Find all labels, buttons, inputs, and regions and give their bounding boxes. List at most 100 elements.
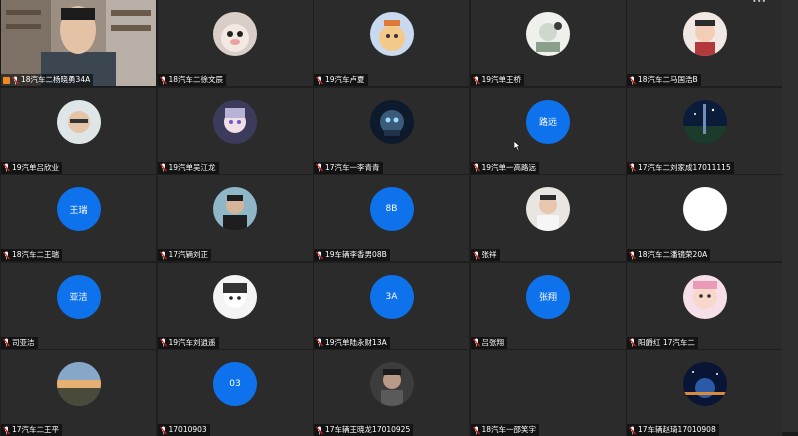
- participant-name: 19汽单陆永财13A: [325, 337, 387, 347]
- more-icon[interactable]: •••: [752, 0, 766, 6]
- participant-tile[interactable]: 路远 19汽单一高路远: [469, 86, 627, 175]
- participant-name-label: 19汽单陆永财13A: [314, 336, 390, 349]
- mic-muted-icon: [159, 338, 167, 347]
- participant-name-label: 18汽车二马国浩B: [627, 74, 701, 86]
- participant-name-label: 张祥: [470, 249, 500, 261]
- participant-name: 吕张翔: [481, 337, 505, 347]
- participant-name: 17汽车二王平: [12, 425, 60, 434]
- avatar: [213, 187, 257, 231]
- participant-name: 17车辆王晓龙17010925: [325, 425, 411, 434]
- participant-name-label: 19车辆李香男08B: [314, 249, 390, 261]
- window-menu[interactable]: •••: [752, 0, 766, 6]
- participant-name-label: 17汽车二王平: [1, 424, 63, 436]
- participant-tile[interactable]: 亚洁司亚洁: [0, 261, 157, 350]
- avatar: 8B: [369, 187, 414, 231]
- participant-name-label: 17车辆赵琦17010908: [627, 424, 719, 436]
- participant-tile[interactable]: 03 17010903: [156, 349, 314, 436]
- participant-tile[interactable]: 17汽辆刘正: [156, 174, 314, 262]
- avatar: [682, 274, 727, 319]
- participant-tile[interactable]: 19汽车刘逍遥: [156, 261, 314, 350]
- participant-tile[interactable]: 19汽单吕欣业: [0, 86, 157, 175]
- participant-tile[interactable]: 19汽单吴江龙: [156, 86, 314, 175]
- participant-tile[interactable]: 17车辆赵琦17010908: [626, 349, 783, 436]
- participant-name-label: 17010903: [157, 424, 210, 436]
- gallery-grid: 18汽车二杨晓勇34A 18汽车二徐文辰 19汽车卢夏 19汽单王桥 18汽车二马国浩B…: [0, 0, 783, 436]
- participant-name-label: 19汽车刘逍遥: [157, 336, 219, 349]
- mic-muted-icon: [159, 426, 167, 434]
- scrollbar[interactable]: [782, 0, 798, 432]
- participant-name: 18汽车二王瑞: [12, 250, 60, 259]
- mic-muted-icon: [472, 251, 480, 259]
- participant-name: 19车辆李香男08B: [325, 250, 387, 259]
- avatar-initials: 亚洁: [69, 293, 88, 303]
- participant-name-label: 17汽辆刘正: [157, 249, 212, 261]
- participant-name: 19汽车刘逍遥: [168, 337, 216, 347]
- participant-tile[interactable]: 18汽车二杨晓勇34A: [1, 0, 156, 86]
- participant-name-label: 19汽车卢夏: [314, 74, 368, 86]
- participant-tile[interactable]: 18汽车一邵笑宇: [469, 349, 627, 436]
- participant-name-label: 18汽车二潘镜荣20A: [627, 249, 711, 261]
- participant-name: 18汽车一邵笑宇: [481, 425, 537, 434]
- mic-muted-icon: [629, 338, 636, 347]
- avatar: [682, 187, 727, 231]
- participant-name-label: 17车辆王晓龙17010925: [314, 424, 414, 436]
- participant-name: 17汽车二刘家成17011115: [638, 162, 731, 172]
- participant-name-label: 18汽车二杨晓勇34A: [1, 74, 94, 86]
- avatar: [56, 362, 101, 406]
- participant-tile[interactable]: 张翔吕张翔: [469, 261, 627, 350]
- participant-name: 19汽单王桥: [481, 75, 522, 84]
- participant-tile[interactable]: 19汽车卢夏: [313, 0, 470, 87]
- avatar: [369, 362, 414, 406]
- participant-tile[interactable]: 17车辆王晓龙17010925: [313, 349, 470, 436]
- avatar: [213, 99, 257, 144]
- participant-tile[interactable]: 18汽车二马国浩B: [626, 0, 783, 87]
- participant-tile[interactable]: 18汽车二潘镜荣20A: [626, 174, 783, 262]
- participant-name: 18汽车二潘镜荣20A: [638, 250, 708, 259]
- avatar-initials: 张翔: [538, 293, 557, 303]
- mic-muted-icon: [3, 163, 10, 172]
- mic-muted-icon: [12, 76, 19, 84]
- participant-tile[interactable]: 18汽车二徐文辰: [156, 0, 314, 87]
- participant-name-label: 19汽单吴江龙: [157, 161, 219, 174]
- participant-name-label: 17汽车一李青青: [314, 161, 383, 174]
- avatar: [369, 99, 414, 144]
- avatar: [526, 187, 570, 231]
- avatar: 路远: [526, 99, 570, 144]
- participant-tile[interactable]: 17汽车二王平: [0, 349, 157, 436]
- participant-tile[interactable]: 张祥: [469, 174, 627, 262]
- participant-name-label: 18汽车一邵笑宇: [470, 424, 540, 436]
- participant-tile[interactable]: 3A 19汽单陆永财13A: [313, 261, 470, 350]
- participant-name: 17010903: [168, 425, 207, 434]
- participant-name-label: 19汽单一高路远: [470, 161, 540, 174]
- avatar: 3A: [369, 274, 414, 319]
- host-icon: [3, 76, 10, 84]
- participant-tile[interactable]: 8B 19车辆李香男08B: [313, 174, 470, 262]
- avatar: [213, 274, 257, 319]
- participant-name-label: 18汽车二王瑞: [1, 249, 63, 261]
- mic-muted-icon: [316, 76, 323, 84]
- mouse-cursor-icon: [514, 141, 521, 151]
- avatar-initials: 王瑞: [69, 205, 88, 216]
- participant-name-label: 19汽单王桥: [470, 74, 525, 86]
- mic-muted-icon: [629, 251, 636, 259]
- participant-name-label: 17汽车二刘家成17011115: [627, 161, 734, 174]
- participant-name: 19汽单吴江龙: [168, 162, 216, 172]
- avatar: [526, 12, 570, 56]
- avatar-initials: 03: [229, 379, 241, 389]
- mic-muted-icon: [629, 163, 636, 172]
- avatar: [56, 99, 101, 144]
- mic-muted-icon: [472, 163, 480, 172]
- participant-tile[interactable]: 王瑞 18汽车二王瑞: [0, 174, 157, 262]
- mic-muted-icon: [3, 251, 10, 259]
- mic-muted-icon: [316, 163, 323, 172]
- participant-name-label: 司亚洁: [1, 336, 38, 349]
- participant-tile[interactable]: 阳爵红 17汽车二: [626, 261, 783, 350]
- mic-muted-icon: [629, 426, 636, 434]
- participant-tile[interactable]: 17汽车二刘家成17011115: [626, 86, 783, 175]
- mic-muted-icon: [159, 251, 167, 259]
- participant-tile[interactable]: 19汽单王桥: [469, 0, 627, 87]
- participant-name: 19汽单一高路远: [481, 162, 537, 172]
- participant-tile[interactable]: 17汽车一李青青: [313, 86, 470, 175]
- avatar: [682, 362, 727, 406]
- avatar-initials: 3A: [385, 291, 398, 302]
